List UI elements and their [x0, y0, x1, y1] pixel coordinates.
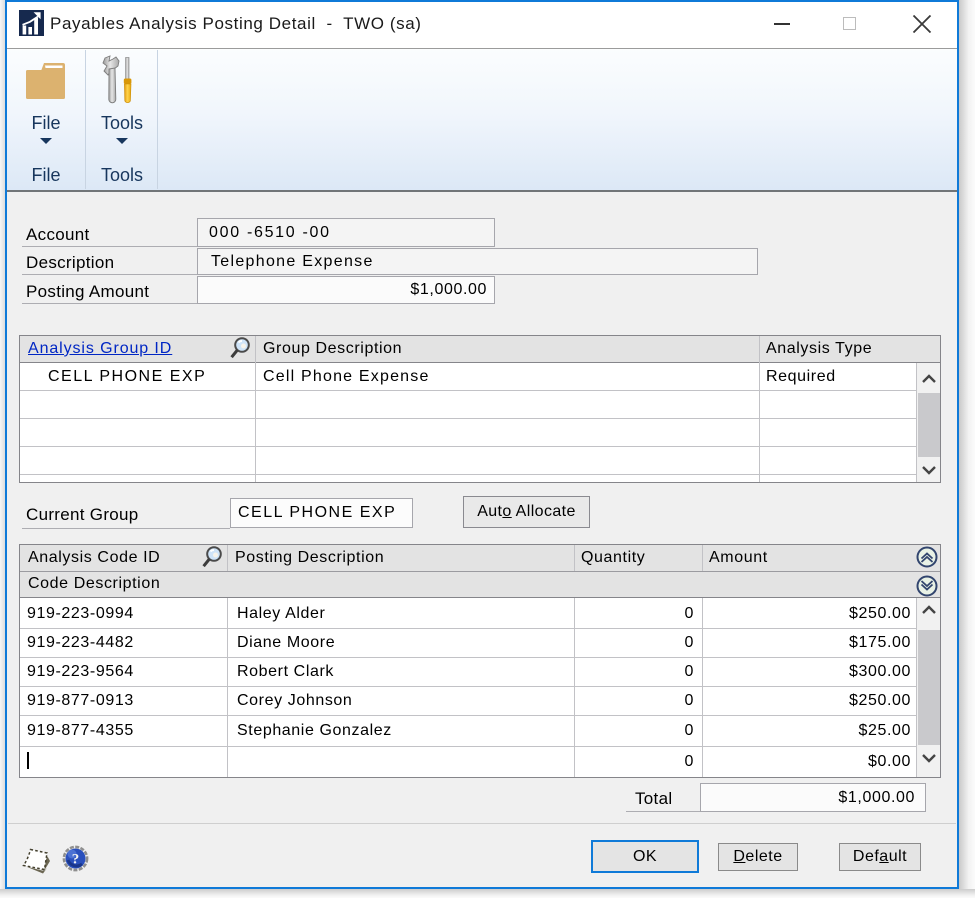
svg-text:?: ? [72, 852, 80, 868]
